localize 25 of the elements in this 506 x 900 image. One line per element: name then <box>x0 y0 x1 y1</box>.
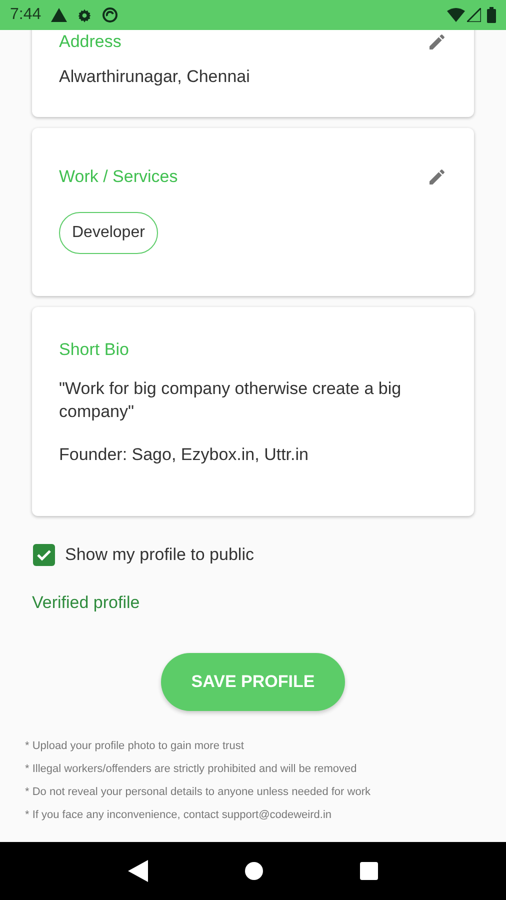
card-text: "Work for big company otherwise create a big company" <box>59 378 402 422</box>
card-title: Short Bio <box>59 339 129 361</box>
verified-label: Verified profile <box>32 592 140 614</box>
sync-icon <box>102 7 118 23</box>
wifi-icon <box>447 8 465 22</box>
service-chip[interactable]: Developer <box>59 212 158 254</box>
checkbox-label: Show my profile to public <box>65 544 254 566</box>
note-text: * Do not reveal your personal details to anyone unless needed for work <box>25 785 372 800</box>
home-icon[interactable] <box>244 861 264 881</box>
warning-icon <box>51 8 68 22</box>
card-text: Alwarthirunagar, Chennai <box>59 66 251 88</box>
card-text: Founder: Sago, Ezybox.in, Uttr.in <box>59 444 310 466</box>
card-title: Work / Services <box>59 166 178 188</box>
back-icon[interactable] <box>128 860 148 882</box>
note-text: * If you face any inconvenience, contact support@codeweird.in <box>25 808 333 823</box>
battery-icon <box>487 7 496 23</box>
card-title: Address <box>59 31 122 53</box>
edit-icon[interactable] <box>427 32 447 52</box>
settings-icon <box>77 8 92 22</box>
signal-icon <box>467 8 481 22</box>
status-time: 7:44 <box>10 5 42 25</box>
checkbox[interactable] <box>33 544 55 566</box>
note-text: * Upload your profile photo to gain more trust <box>25 739 245 754</box>
note-text: * Illegal workers/offenders are strictly prohibited and will be removed <box>25 762 358 777</box>
edit-icon[interactable] <box>427 166 447 187</box>
